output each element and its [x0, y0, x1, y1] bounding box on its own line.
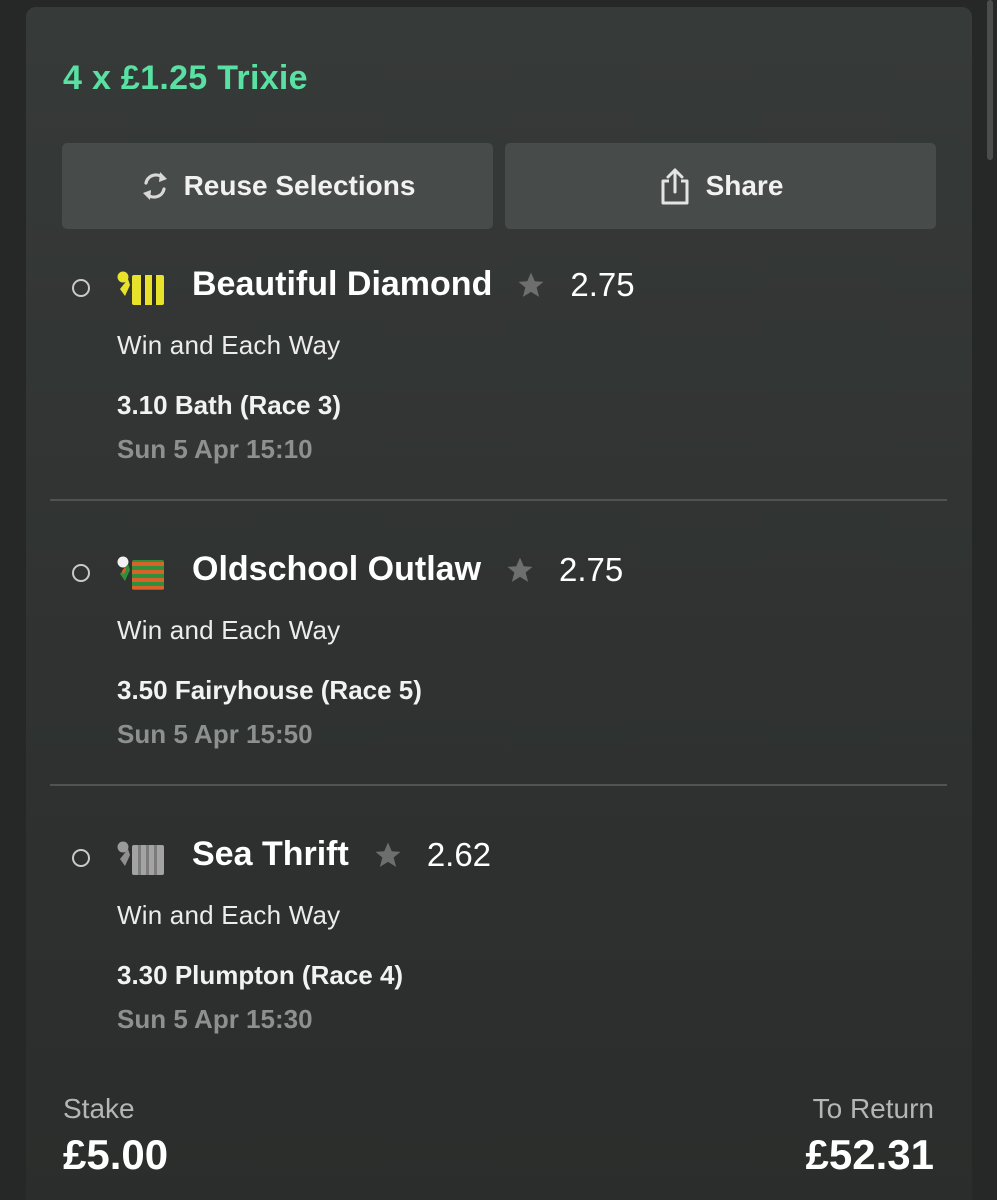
selection-item[interactable]: Beautiful Diamond 2.75 Win and Each Way … — [26, 247, 972, 527]
share-label: Share — [705, 170, 784, 201]
reuse-selections-button[interactable]: Reuse Selections — [62, 143, 493, 229]
market-type: Win and Each Way — [117, 900, 341, 930]
runner-name: Sea Thrift — [192, 835, 349, 873]
share-icon — [661, 168, 689, 205]
selection-item[interactable]: Sea Thrift 2.62 Win and Each Way 3.30 Pl… — [26, 817, 972, 1097]
race-time: Sun 5 Apr 15:50 — [117, 719, 313, 749]
selection-radio[interactable] — [72, 279, 90, 297]
star-icon[interactable] — [373, 840, 403, 870]
bet-receipt-page: 4 x £1.25 Trixie Reuse Selections Share — [0, 0, 997, 1200]
odds-value: 2.62 — [426, 835, 492, 873]
share-button[interactable]: Share — [505, 143, 936, 229]
race-name: 3.30 Plumpton (Race 4) — [117, 960, 404, 990]
selection-radio[interactable] — [72, 564, 90, 582]
market-type: Win and Each Way — [117, 615, 341, 645]
runner-row: Oldschool Outlaw 2.75 — [192, 550, 623, 589]
bet-card: 4 x £1.25 Trixie Reuse Selections Share — [26, 7, 972, 1200]
runner-row: Beautiful Diamond 2.75 — [192, 265, 635, 304]
selection-item[interactable]: Oldschool Outlaw 2.75 Win and Each Way 3… — [26, 532, 972, 812]
stake-value: £5.00 — [63, 1131, 169, 1178]
odds-value: 2.75 — [559, 550, 624, 588]
star-icon[interactable] — [516, 270, 546, 300]
runner-name: Oldschool Outlaw — [192, 550, 482, 588]
odds-value: 2.75 — [570, 265, 635, 303]
selection-radio[interactable] — [72, 849, 90, 867]
jockey-silk-icon — [117, 556, 164, 590]
jockey-silk-icon — [117, 841, 164, 875]
race-name: 3.50 Fairyhouse (Race 5) — [117, 675, 422, 705]
divider — [50, 499, 947, 501]
divider — [50, 784, 947, 786]
race-time: Sun 5 Apr 15:10 — [117, 434, 313, 464]
stake-label: Stake — [63, 1093, 135, 1124]
bet-title: 4 x £1.25 Trixie — [63, 59, 308, 97]
market-type: Win and Each Way — [117, 330, 341, 360]
race-name: 3.10 Bath (Race 3) — [117, 390, 341, 420]
race-time: Sun 5 Apr 15:30 — [117, 1004, 313, 1034]
to-return-value: £52.31 — [805, 1131, 934, 1178]
reuse-selections-label: Reuse Selections — [183, 170, 416, 201]
scrollbar[interactable] — [987, 0, 993, 160]
refresh-icon — [142, 172, 167, 200]
jockey-silk-icon — [117, 271, 164, 305]
runner-row: Sea Thrift 2.62 — [192, 835, 491, 874]
to-return-label: To Return — [812, 1093, 934, 1124]
runner-name: Beautiful Diamond — [192, 265, 493, 303]
star-icon[interactable] — [505, 555, 535, 585]
